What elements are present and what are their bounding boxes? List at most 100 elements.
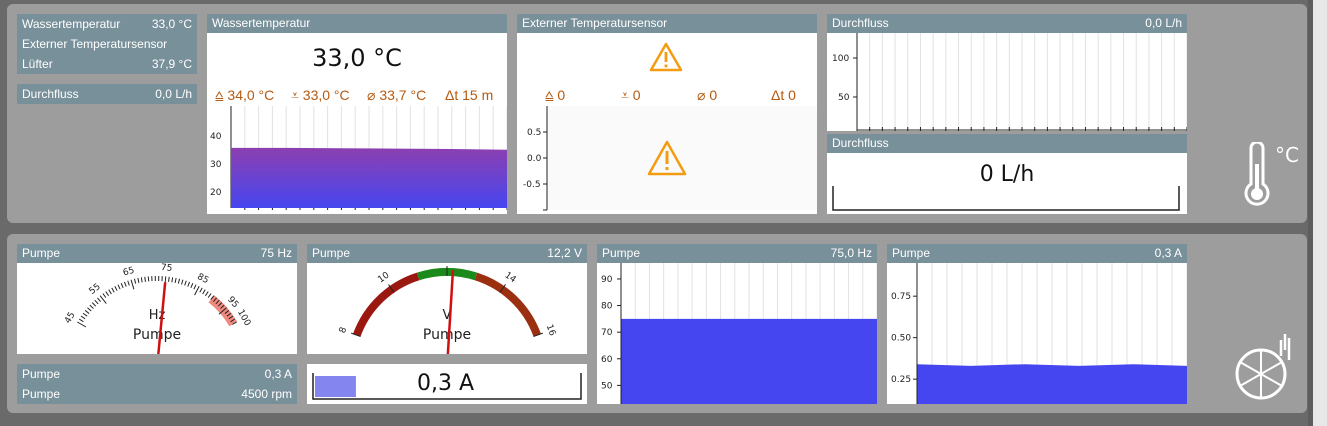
gauge-tick [207,293,212,298]
info-rpm-label: Pumpe [22,387,61,401]
gauge-tick [97,297,102,303]
gauge-tick-label: 16 [544,323,557,337]
card-title: Pumpe [312,246,351,260]
gauge-tick-label: 85 [195,272,210,286]
info-wasser-value: 33,0 °C [151,17,192,31]
hz-chart: 90 80 70 60 50 [601,263,877,404]
wassertemperatur-card[interactable]: Wassertemperatur 33,0 °C ⩠ 34,0 °C ⩡ 33,… [207,14,507,214]
gauge-tick [137,277,140,284]
durchfluss-value-card[interactable]: Durchfluss 0 L/h [827,134,1187,214]
info-durch-label: Durchfluss [22,87,79,101]
gauge-tick [89,304,94,309]
card-value: 0,0 L/h [1145,16,1182,30]
card-header: Durchfluss [827,134,1187,153]
card-value: 75 Hz [260,246,292,260]
stat-min: ⩡ 0 [621,87,641,104]
card-value: 75,0 Hz [830,246,872,260]
v-gauge-card[interactable]: Pumpe12,2 V 810121416 V Pumpe [307,244,587,354]
stat-avg-value: 33,7 °C [379,87,427,103]
card-title: Wassertemperatur [212,16,311,30]
y-tick-0.0: 0.0 [527,154,542,164]
gauge-tick [102,293,107,298]
gauge-tick [190,283,194,289]
gauge-tick [84,310,90,314]
y-tick-label: 0.75 [891,292,911,302]
gauge-tick [194,285,200,296]
gauge-sub: Pumpe [423,327,471,343]
card-header: Pumpe 0,3 A [887,244,1187,263]
stat-min-value: 0 [632,87,641,103]
gauge-band [353,272,420,337]
max-icon: ⩠ [215,87,228,103]
y-tick-label: 50 [601,381,613,391]
stat-max-value: 34,0 °C [227,87,275,103]
hz-chart-card[interactable]: Pumpe 75,0 Hz 90 80 70 60 50 [597,244,877,404]
card-header: Wassertemperatur [207,14,507,33]
gauge-tick [199,287,203,293]
current-bar-card[interactable]: 0,3 A [307,364,587,404]
gauge-tick-label: 45 [63,311,77,326]
card-title: Pumpe [892,246,931,260]
info-box-durchfluss: Durchfluss 0,0 L/h [17,84,197,104]
side-scrollbar[interactable] [1313,0,1327,426]
y-tick-label: 90 [601,275,613,285]
hz-gauge-card[interactable]: Pumpe 75 Hz 45 55 65 75 85 95 100 Hz Pumpe [17,244,297,354]
stat-time: Δt 0 [771,87,796,103]
info-box-top: Wassertemperatur 33,0 °C Externer Temper… [17,14,197,74]
info-luefter-value: 37,9 °C [151,57,192,71]
gauge-tick [94,299,99,305]
bar-fill [315,376,356,397]
gauge-tick-label: 55 [88,282,103,297]
gauge-tick [181,279,184,285]
gauge-tick [174,277,177,284]
current-chart-card[interactable]: Pumpe 0,3 A 0.75 0.50 0.25 [887,244,1187,404]
gauge-tick [130,279,135,290]
wasser-chart: 40 30 20 [210,106,507,214]
card-header: Externer Temperatursensor [517,14,817,33]
info-a-label: Pumpe [22,367,61,381]
y-tick-label: 0.50 [891,334,911,344]
gauge-tick-label: 95 [225,295,240,310]
gauge-tick [144,276,146,282]
y-tick-50: 50 [838,93,850,103]
gauge-tick [117,284,121,290]
bar-frame [832,186,1180,211]
min-icon: ⩡ [621,87,633,103]
card-header: Pumpe 75 Hz [17,244,297,263]
gauge-band [474,272,541,337]
gauge-tick-label: 10 [376,270,391,285]
time-icon: Δt [771,87,789,103]
extern-sensor-card[interactable]: Externer Temperatursensor ⩠ 0 ⩡ 0 ⌀ 0 Δt… [517,14,817,214]
min-icon: ⩡ [291,87,303,103]
gauge-tick [120,283,124,289]
info-extern-label: Externer Temperatursensor [22,37,168,51]
gauge-tick [187,281,191,287]
stat-max: ⩠ 0 [545,87,565,104]
pump-icon[interactable] [1233,330,1297,404]
durchfluss-chart-card[interactable]: Durchfluss 0,0 L/h 100 50 [827,14,1187,131]
y-tick-100: 100 [832,54,849,64]
y-tick-label: 80 [601,302,613,312]
y-tick-30: 30 [210,160,222,170]
stat-min: ⩡ 33,0 °C [291,87,350,104]
gauge-tick [177,278,181,284]
gauge-tick [168,276,170,282]
gauge-tick [87,307,92,312]
gauge-tick-label: 8 [338,326,349,335]
thermometer-icon[interactable]: °C [1239,142,1305,218]
info-wasser-label: Wassertemperatur [22,17,121,31]
stat-avg: ⌀ 0 [697,87,717,104]
gauge-tick [114,285,118,291]
card-value: 0,3 A [1154,246,1182,260]
info-rpm-value: 4500 rpm [241,387,292,401]
y-tick-40: 40 [210,132,222,142]
gauge-tick [78,318,84,323]
avg-icon: ⌀ [697,87,710,103]
card-title: Pumpe [602,246,641,260]
stat-time-value: 15 m [462,87,494,103]
stat-avg-value: 0 [709,87,718,103]
stat-max-value: 0 [557,87,566,103]
card-value: 12,2 V [547,246,582,260]
time-icon: Δt [445,87,463,103]
info-a-value: 0,3 A [264,367,292,381]
